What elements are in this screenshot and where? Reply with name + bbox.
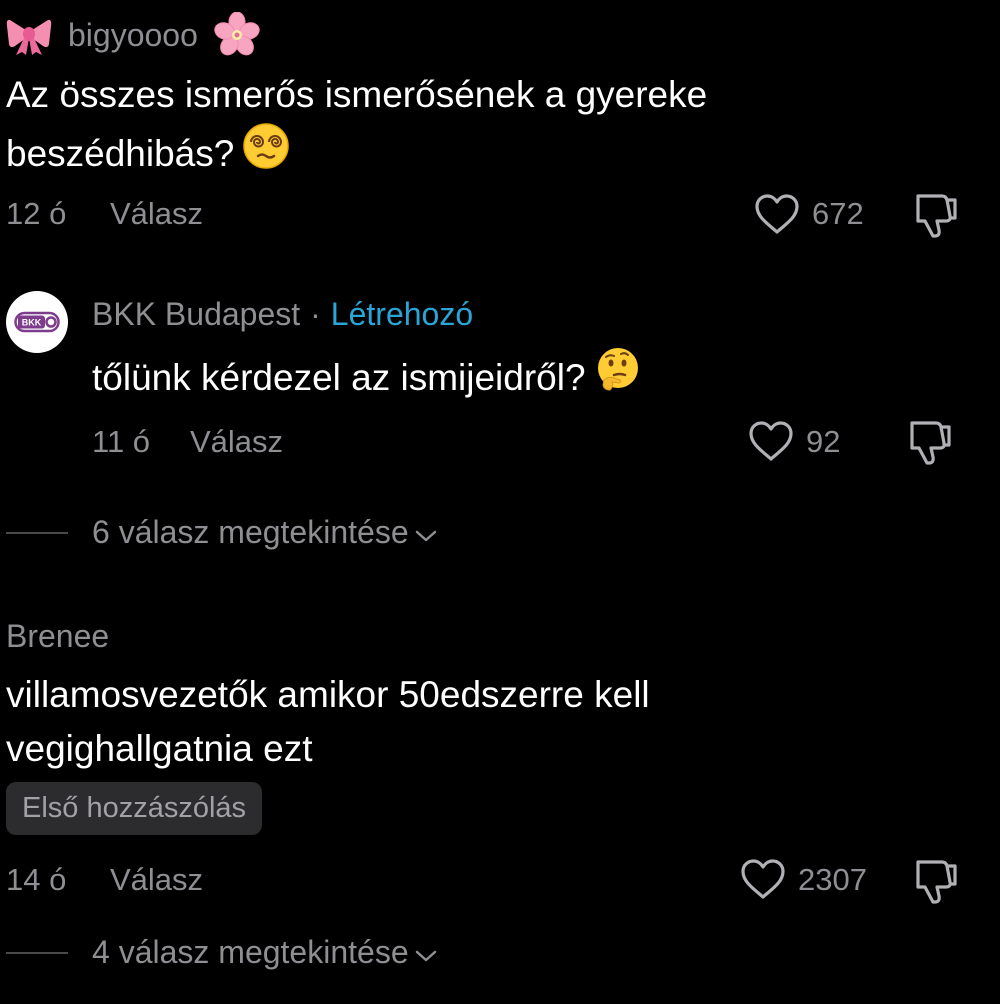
comments-page: bigyoooo Az összes ismerős ismerősének a…: [0, 0, 1000, 1004]
comment-3-view-replies[interactable]: 4 válasz megtekintése: [6, 934, 437, 971]
comment-3-time: 14 ó: [6, 862, 67, 897]
comment-2-view-replies-label: 6 válasz megtekintése: [92, 514, 409, 550]
comment-2-heart-icon[interactable]: [748, 420, 794, 462]
comment-3-like-count: 2307: [798, 862, 867, 897]
comment-2-view-replies[interactable]: 6 válasz megtekintése: [6, 514, 437, 551]
comment-2-reply-button[interactable]: Válasz: [190, 424, 283, 460]
comment-2-header: BKK Budapest · Létrehozó: [92, 296, 473, 333]
comment-1-heart-icon[interactable]: [754, 193, 800, 235]
ribbon-emoji-icon: [6, 14, 52, 56]
bkk-avatar[interactable]: BKK: [6, 291, 68, 353]
comment-1-text: Az összes ismerős ismerősének a gyereke …: [6, 68, 707, 185]
comment-2-text-row: tőlünk kérdezel az ismijeidről?: [92, 346, 642, 409]
thinking-face-icon: [594, 346, 642, 409]
creator-label: Létrehozó: [330, 296, 474, 332]
comment-3-text: villamosvezetők amikor 50edszerre kell v…: [6, 668, 650, 776]
comment-1-username[interactable]: bigyoooo: [68, 17, 198, 54]
comment-2-username[interactable]: BKK Budapest: [92, 296, 300, 333]
comment-2-time: 11 ó: [92, 424, 151, 459]
divider-line: [6, 531, 68, 534]
comment-1-dislike-icon[interactable]: [912, 190, 960, 240]
comment-1-text-line1: Az összes ismerős ismerősének a gyereke: [6, 74, 708, 115]
comment-1-like-count: 672: [812, 196, 864, 231]
comment-3-dislike-icon[interactable]: [912, 856, 960, 906]
comment-3-reply-button[interactable]: Válasz: [110, 862, 203, 898]
comment-3-heart-icon[interactable]: [740, 858, 786, 900]
first-comment-badge: Első hozzászólás: [6, 782, 263, 835]
divider-line: [6, 951, 68, 954]
comment-1-time: 12 ó: [6, 196, 67, 231]
chevron-down-icon: [415, 514, 437, 551]
comment-1-text-line2: beszédhibás?: [6, 132, 235, 174]
comment-2-separator: ·: [310, 296, 321, 332]
comment-3-text-line2: vegighallgatnia ezt: [6, 728, 313, 769]
comment-1-reply-button[interactable]: Válasz: [110, 196, 203, 232]
comment-3-text-line1: villamosvezetők amikor 50edszerre kell: [6, 674, 650, 715]
cherry-blossom-emoji-icon: [214, 12, 260, 58]
comment-2-text: tőlünk kérdezel az ismijeidről?: [92, 356, 586, 398]
comment-1-text-line2-row: beszédhibás?: [6, 122, 707, 185]
comment-3-username[interactable]: Brenee: [6, 618, 109, 655]
comment-1-header: bigyoooo: [6, 12, 260, 58]
chevron-down-icon: [415, 934, 437, 971]
bkk-avatar-label: BKK: [22, 318, 42, 328]
comment-3-view-replies-label: 4 válasz megtekintése: [92, 934, 409, 970]
comment-2-dislike-icon[interactable]: [906, 417, 954, 467]
comment-2-like-count: 92: [806, 424, 841, 459]
face-with-spiral-eyes-icon: [242, 122, 290, 185]
